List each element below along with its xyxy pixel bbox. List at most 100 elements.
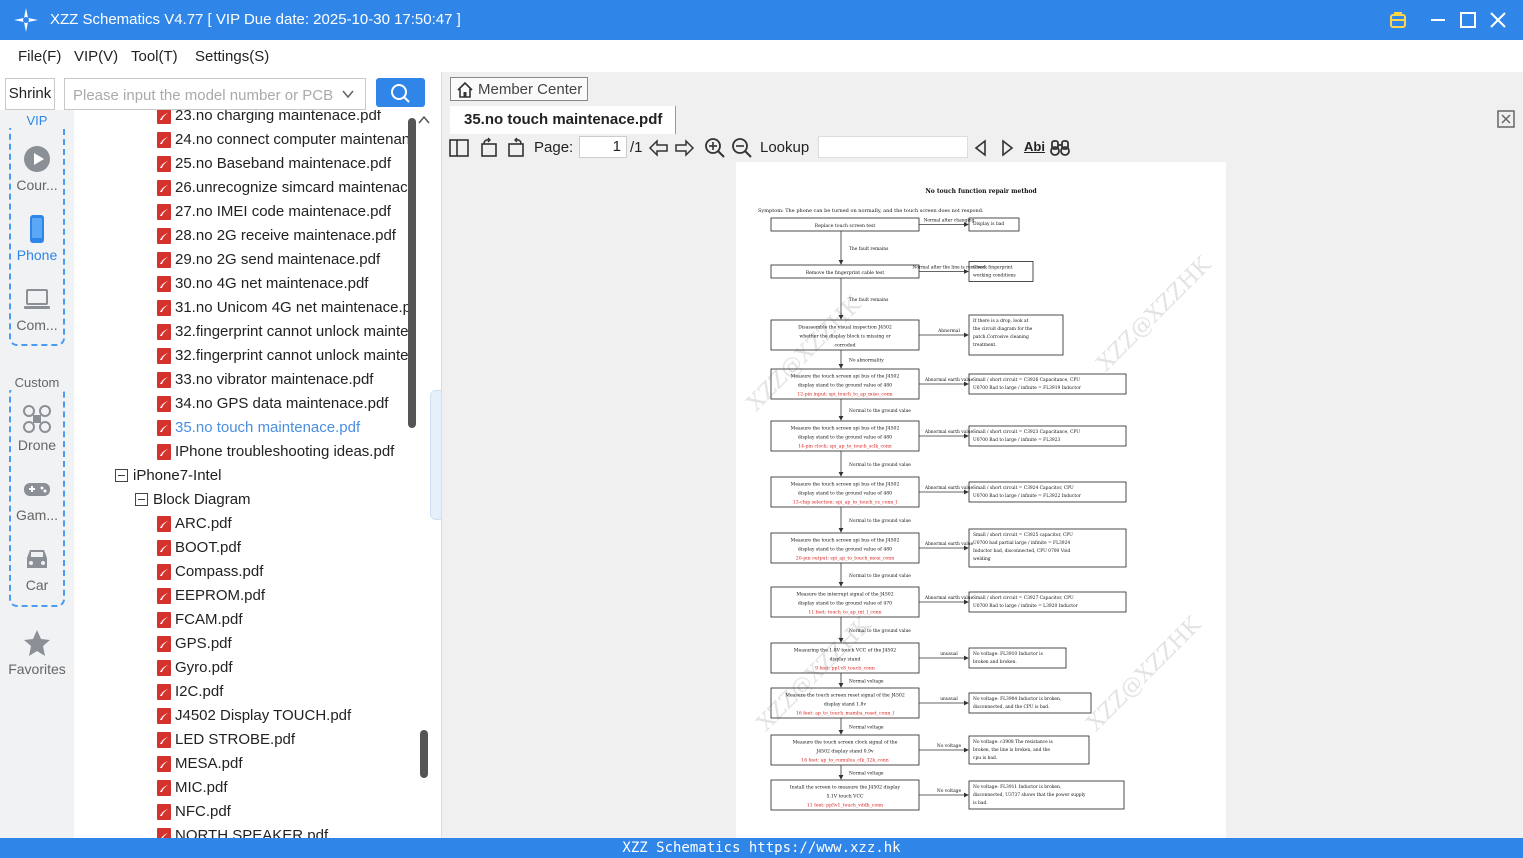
match-case-icon[interactable]: Abi	[1024, 139, 1045, 154]
flow-step-pin-text: 9 feet: pp1v8_touch_conn	[815, 666, 875, 672]
tree-item-label: GPS.pdf	[175, 635, 232, 652]
flow-edge-label: unusual	[940, 652, 958, 657]
play-circle-icon	[24, 146, 50, 172]
menu-file[interactable]: File(F)	[18, 48, 61, 65]
sidebar-item-game[interactable]: Gam...	[0, 474, 74, 523]
rotate-right-icon[interactable]	[505, 137, 527, 159]
vip-group-label: VIP	[0, 113, 74, 128]
member-center-button[interactable]: Member Center	[450, 77, 588, 101]
flow-step-text: Measure the interrupt signal of the J450…	[796, 592, 893, 598]
tree-item-label: J4502 Display TOUCH.pdf	[175, 707, 352, 724]
page-number-input[interactable]: 1	[579, 136, 627, 158]
collapse-toggle-icon[interactable]	[115, 469, 128, 482]
pdf-file-icon	[157, 564, 171, 580]
scroll-up-icon[interactable]	[417, 114, 431, 126]
find-previous-icon[interactable]	[970, 137, 992, 159]
pdf-file-icon	[157, 660, 171, 676]
flow-result-text: No voltage: FL3911 Inductor is broken,	[973, 785, 1061, 790]
star-icon	[24, 630, 50, 656]
flow-edge-label: No voltage	[937, 744, 962, 749]
sidebar-item-favorites[interactable]: Favorites	[0, 628, 74, 677]
sidebar-item-phone[interactable]: Phone	[0, 214, 74, 263]
panel-scrollbar[interactable]	[420, 730, 428, 778]
flow-down-label: No abnormality	[849, 359, 884, 364]
model-search-combobox[interactable]	[64, 78, 366, 110]
shrink-button[interactable]: Shrink	[5, 78, 55, 110]
flow-step-text: display stand to the ground value of 480	[798, 383, 892, 389]
lookup-input[interactable]	[818, 136, 968, 158]
tree-scrollbar[interactable]	[408, 118, 416, 428]
pdf-file-icon	[157, 612, 171, 628]
pdf-file-icon	[157, 804, 171, 820]
tree-item-label: ARC.pdf	[175, 515, 232, 532]
previous-page-icon[interactable]	[648, 137, 670, 159]
tree-item-label: 25.no Baseband maintenace.pdf	[175, 155, 391, 172]
zoom-out-icon[interactable]	[731, 137, 753, 159]
flow-result-text: treatment.	[973, 343, 997, 348]
flow-result-box	[968, 591, 1127, 613]
next-page-icon[interactable]	[673, 137, 695, 159]
page-total: /1	[630, 139, 643, 156]
flow-down-label: The fault remains	[849, 298, 889, 303]
flow-step-text: Measure the touch screen spi bus of the …	[791, 538, 900, 544]
flow-result-text: broken, the line is broken, and the	[973, 748, 1050, 753]
laptop-icon	[24, 289, 50, 309]
sidebar-toggle-icon[interactable]	[448, 137, 470, 159]
sidebar-item-drone[interactable]: Drone	[0, 404, 74, 453]
flow-result-box	[968, 647, 1067, 669]
search-button[interactable]	[376, 78, 425, 107]
close-icon[interactable]	[1486, 8, 1510, 32]
sidebar-item-car[interactable]: Car	[0, 544, 74, 593]
flow-result-text: U0700 Bad to large / infinite = FL3922 I…	[973, 494, 1082, 499]
pdf-file-icon	[157, 228, 171, 244]
maximize-icon[interactable]	[1456, 8, 1480, 32]
car-icon	[27, 550, 47, 568]
flow-down-label: Normal to the ground value	[849, 629, 911, 634]
pdf-file-icon	[157, 132, 171, 148]
flow-edge-label: Abnormal earth value	[924, 378, 974, 383]
flow-edge-label: No voltage	[937, 789, 962, 794]
chevron-down-icon[interactable]	[341, 87, 355, 101]
flow-result-box	[968, 692, 1092, 714]
flow-step-text: Install the screen to measure the J4502 …	[790, 785, 901, 791]
sidebar-item-courses[interactable]: Cour...	[0, 144, 74, 193]
flow-result-text: Small / short circuit = C3926 Capacitanc…	[973, 378, 1080, 383]
tree-item-label: 30.no 4G net maintenace.pdf	[175, 275, 369, 292]
search-input[interactable]	[73, 85, 335, 105]
minimize-icon[interactable]	[1426, 8, 1450, 32]
flow-step-pin-text: 16 feet: ap_to_touch_mamba_reset_conn_l	[796, 711, 895, 717]
binoculars-icon[interactable]	[1049, 137, 1071, 159]
flow-down-label: Normal to the ground value	[849, 463, 911, 468]
close-tab-icon[interactable]	[1497, 110, 1515, 128]
vip-badge-icon[interactable]	[1386, 8, 1410, 32]
zoom-in-icon[interactable]	[704, 137, 726, 159]
tree-item-label: 26.unrecognize simcard maintenace.pdf	[175, 179, 410, 196]
gamepad-icon	[24, 483, 50, 496]
find-next-icon[interactable]	[996, 137, 1018, 159]
menu-tool[interactable]: Tool(T)	[131, 48, 178, 65]
flow-result-text: U0700 bad partial large / infinite = FL3…	[973, 541, 1070, 546]
flow-step-text: display stand 1.8v	[824, 702, 867, 708]
home-icon	[457, 81, 473, 98]
pdf-file-icon	[157, 324, 171, 340]
watermark-text: XZZ@XZZHK	[1083, 612, 1207, 736]
tab-document[interactable]: 35.no touch maintenace.pdf	[450, 106, 676, 134]
menu-bar: File(F) VIP(V) Tool(T) Settings(S)	[0, 40, 1523, 72]
rotate-left-icon[interactable]	[478, 137, 500, 159]
flow-result-text: is bad.	[973, 801, 988, 806]
menu-settings[interactable]: Settings(S)	[195, 48, 269, 65]
sidebar-item-computer[interactable]: Com...	[0, 284, 74, 333]
flow-down-label: Normal voltage	[849, 772, 884, 777]
tree-item-label: Block Diagram	[153, 491, 251, 508]
menu-vip[interactable]: VIP(V)	[74, 48, 118, 65]
pdf-file-icon	[157, 828, 171, 838]
pdf-file-icon	[157, 276, 171, 292]
custom-group-label: Custom	[0, 375, 74, 390]
tree-item-label: 34.no GPS data maintenace.pdf	[175, 395, 389, 412]
flow-step-text: Disassemble the visual inspection J4502	[798, 325, 892, 331]
pdf-file-icon	[157, 396, 171, 412]
flow-result-text: U0700 Bad to large / infinite = L3920 In…	[973, 604, 1079, 609]
viewer-toolbar: Page: 1 /1 Lookup Abi	[442, 134, 1523, 162]
flow-result-text: the circuit diagram for the	[973, 327, 1033, 332]
collapse-toggle-icon[interactable]	[135, 493, 148, 506]
